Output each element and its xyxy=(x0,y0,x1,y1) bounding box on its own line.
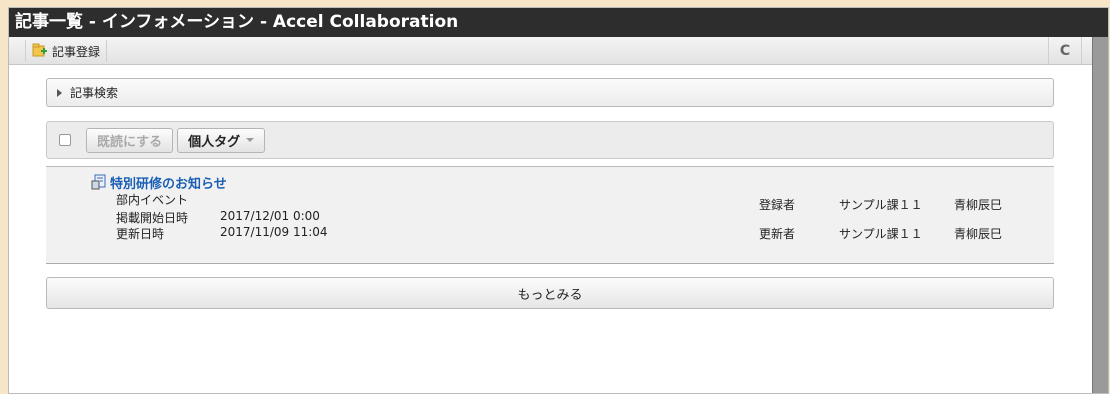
article-search-label: 記事検索 xyxy=(70,86,119,100)
article-title-link[interactable]: 特別研修のお知らせ xyxy=(110,173,227,192)
mark-read-button[interactable]: 既読にする xyxy=(86,127,174,153)
select-all-checkbox[interactable] xyxy=(59,134,71,146)
updated-label: 更新日時 xyxy=(116,227,165,241)
updater-row: 更新者 サンプル課１１ 青柳辰巳 xyxy=(759,225,1002,242)
action-bar: 既読にする 個人タグ xyxy=(46,121,1054,159)
article-icon xyxy=(91,174,107,190)
registrant-row: 登録者 サンプル課１１ 青柳辰巳 xyxy=(759,196,1002,213)
updated-row: 更新日時 2017/11/09 11:04 xyxy=(116,225,328,242)
publish-start-row: 掲載開始日時 2017/12/01 0:00 xyxy=(116,209,320,226)
show-more-button[interactable]: もっとみる xyxy=(46,277,1054,309)
register-article-button[interactable]: 記事登録 xyxy=(25,40,108,62)
registrant-label: 登録者 xyxy=(759,198,796,212)
registrant-name: 青柳辰巳 xyxy=(954,198,1003,212)
updater-dept: サンプル課１１ xyxy=(839,227,923,241)
expand-triangle-icon xyxy=(57,88,62,97)
refresh-icon: C xyxy=(1059,42,1071,59)
list-item: 特別研修のお知らせ 部内イベント 掲載開始日時 2017/12/01 0:00 … xyxy=(46,167,1054,264)
publish-start-value: 2017/12/01 0:00 xyxy=(220,209,320,223)
article-search-toggle[interactable]: 記事検索 xyxy=(46,78,1054,107)
refresh-button[interactable]: C xyxy=(1048,37,1082,64)
toolbar: 記事登録 C xyxy=(9,37,1108,65)
window-title: 記事一覧 - インフォメーション - Accel Collaboration xyxy=(9,8,1108,37)
personal-tag-label: 個人タグ xyxy=(188,134,241,150)
chevron-down-icon xyxy=(246,138,255,142)
updater-label: 更新者 xyxy=(759,227,796,241)
app-window: 記事一覧 - インフォメーション - Accel Collaboration 記… xyxy=(8,7,1109,394)
personal-tag-button[interactable]: 個人タグ xyxy=(177,127,266,153)
register-article-label: 記事登録 xyxy=(52,44,101,59)
updater-name: 青柳辰巳 xyxy=(954,227,1003,241)
registrant-dept: サンプル課１１ xyxy=(839,198,923,212)
vertical-scrollbar[interactable] xyxy=(1092,37,1108,393)
article-category: 部内イベント xyxy=(116,193,189,207)
new-article-icon xyxy=(32,43,48,60)
updated-value: 2017/11/09 11:04 xyxy=(220,225,328,239)
publish-start-label: 掲載開始日時 xyxy=(116,211,189,225)
